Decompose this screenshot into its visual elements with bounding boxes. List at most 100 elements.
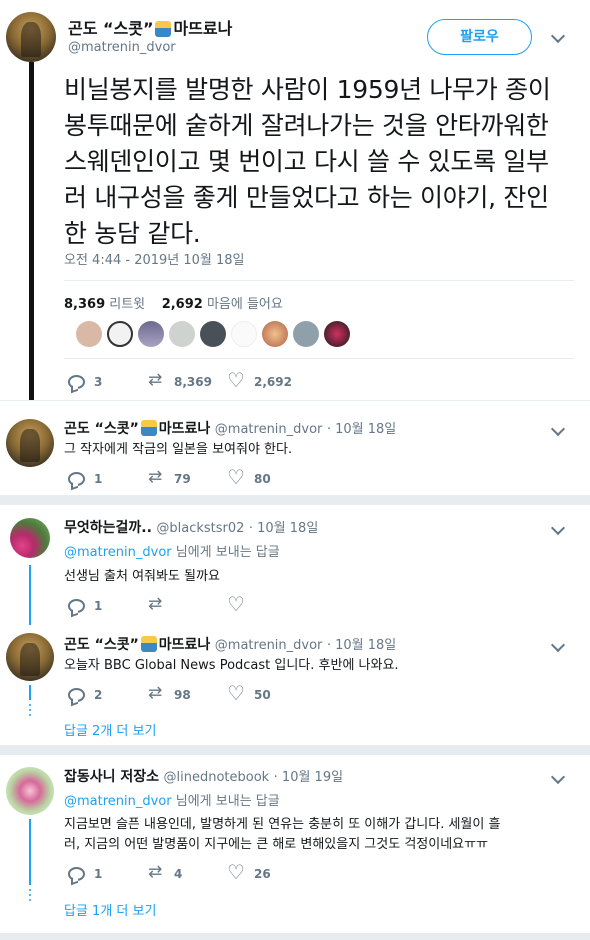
chevron-down-icon[interactable] [550, 520, 566, 536]
like-button[interactable] [227, 592, 308, 616]
author-avatar[interactable] [6, 419, 54, 467]
like-button[interactable]: 80 [227, 465, 308, 489]
thread-line [29, 62, 34, 412]
like-label[interactable]: 마음에 들어요 [207, 297, 283, 312]
tweet-actions: 1 79 80 [68, 465, 308, 489]
tweet-time[interactable]: · 10월 19일 [274, 770, 343, 785]
author-name[interactable]: 잡동사니 저장소 [64, 769, 159, 785]
tweet-actions: 3 8,369 2,692 [68, 368, 308, 392]
chevron-down-icon[interactable] [550, 769, 566, 785]
tweet-time[interactable]: · 10월 18일 [327, 422, 396, 437]
person-emoji-icon [155, 21, 172, 37]
author-handle[interactable]: @matrenin_dvor [215, 638, 323, 653]
retweet-button[interactable]: 98 [148, 683, 228, 703]
tweet-text: 오늘자 BBC Global News Podcast 입니다. 후반에 나와요… [64, 658, 399, 673]
tweet-actions: 2 98 50 [68, 681, 308, 705]
replying-to: @matrenin_dvor 님에게 보내는 답글 [64, 541, 280, 560]
author-name-suffix[interactable]: 마뜨료나 [159, 421, 211, 437]
liker-avatar[interactable] [324, 321, 350, 347]
retweet-icon [148, 467, 165, 487]
replying-to-link[interactable]: @matrenin_dvor [64, 794, 172, 809]
like-button[interactable]: 50 [227, 681, 308, 705]
retweet-count[interactable]: 8,369 [64, 297, 105, 312]
replying-to: @matrenin_dvor 님에게 보내는 답글 [64, 790, 280, 809]
tweet-text: 비닐봉지를 발명한 사람이 1959년 나무가 종이봉투때문에 숱하게 잘려나가… [64, 75, 551, 248]
tweet-time[interactable]: · 10월 18일 [327, 638, 396, 653]
liker-avatar[interactable] [107, 321, 133, 347]
author-avatar[interactable] [6, 767, 54, 815]
reply-icon [68, 471, 85, 486]
thread-line [29, 685, 31, 700]
author-row: 곤도 “스콧” 마뜨료나 @matrenin_dvor · 10월 18일 [64, 418, 396, 438]
tweet-text-line-1: 지금보면 슬픈 내용인데, 발명하게 된 연유는 충분히 또 이해가 갑니다. … [64, 817, 501, 832]
chevron-down-icon[interactable] [550, 637, 566, 653]
reply-button[interactable]: 1 [68, 471, 148, 486]
heart-icon [227, 368, 245, 392]
follow-button[interactable]: 팔로우 [427, 19, 532, 55]
author-name-suffix[interactable]: 마뜨료나 [159, 637, 211, 653]
retweet-icon [148, 862, 165, 882]
retweet-label[interactable]: 리트윗 [109, 297, 145, 312]
author-row: 무엇하는걸까.. @blackstsr02 · 10월 18일 [64, 517, 318, 537]
thread-line [29, 819, 31, 885]
author-handle[interactable]: @blackstsr02 [156, 521, 244, 536]
show-more-replies-link[interactable]: 답글 2개 더 보기 [64, 720, 156, 739]
author-name[interactable]: 곤도 “스콧” 마뜨료나 [68, 15, 232, 39]
retweet-button[interactable]: 8,369 [148, 370, 228, 390]
author-name[interactable]: 곤도 “스콧” [64, 421, 139, 437]
liker-avatar[interactable] [76, 321, 102, 347]
reply-icon [68, 866, 85, 881]
person-emoji-icon [140, 636, 157, 652]
reply-button[interactable]: 2 [68, 687, 148, 702]
reply-icon [68, 374, 85, 389]
chevron-down-icon[interactable] [550, 421, 566, 437]
liker-avatar[interactable] [262, 321, 288, 347]
author-name[interactable]: 곤도 “스콧” [64, 637, 139, 653]
divider [64, 358, 574, 359]
author-handle[interactable]: @linednotebook [164, 770, 270, 785]
reply-icon [68, 598, 85, 613]
show-more-replies-link[interactable]: 답글 1개 더 보기 [64, 900, 156, 919]
liker-avatar[interactable] [293, 321, 319, 347]
retweet-icon [148, 683, 165, 703]
tweet-text-line-2: 러, 지금의 어떤 발명품이 지구에는 큰 해로 변해있을지 그것도 걱정이네요… [64, 837, 489, 852]
like-button[interactable]: 26 [227, 860, 308, 884]
tweet-text: 그 작자에게 작금의 일본을 보여줘야 한다. [64, 442, 293, 457]
person-emoji-icon [140, 420, 157, 436]
retweet-icon [148, 594, 165, 614]
retweet-icon [148, 370, 165, 390]
author-avatar[interactable] [6, 12, 56, 62]
liker-avatars [76, 321, 350, 347]
retweet-button[interactable]: 79 [148, 467, 228, 487]
retweet-button[interactable] [148, 594, 228, 614]
reply-tweet[interactable]: 곤도 “스콧” 마뜨료나 @matrenin_dvor · 10월 18일 그 작… [0, 400, 590, 495]
author-handle[interactable]: @matrenin_dvor [215, 422, 323, 437]
liker-avatar[interactable] [231, 321, 257, 347]
like-button[interactable]: 2,692 [227, 368, 308, 392]
like-count[interactable]: 2,692 [162, 297, 203, 312]
thread-dots [29, 889, 33, 901]
heart-icon [227, 465, 245, 489]
author-name[interactable]: 무엇하는걸까.. [64, 520, 152, 536]
heart-icon [227, 860, 245, 884]
divider [64, 280, 574, 281]
tweet-actions: 1 [68, 592, 308, 616]
reply-button[interactable]: 1 [68, 866, 148, 881]
tweet-time[interactable]: · 10월 18일 [249, 521, 318, 536]
chevron-down-icon[interactable] [550, 28, 566, 44]
author-handle[interactable]: @matrenin_dvor [68, 40, 176, 55]
tweet-actions: 1 4 26 [68, 860, 308, 884]
author-avatar[interactable] [10, 518, 50, 558]
replying-to-link[interactable]: @matrenin_dvor [64, 545, 172, 560]
tweet-timestamp[interactable]: 오전 4:44 - 2019년 10월 18일 [64, 249, 245, 268]
liker-avatar[interactable] [200, 321, 226, 347]
reply-button[interactable]: 1 [68, 598, 148, 613]
author-avatar[interactable] [6, 633, 54, 681]
liker-avatar[interactable] [169, 321, 195, 347]
main-tweet: 곤도 “스콧” 마뜨료나 @matrenin_dvor 팔로우 비닐봉지를 발명한… [0, 0, 590, 412]
heart-icon [227, 681, 245, 705]
reply-button[interactable]: 3 [68, 374, 148, 389]
retweet-button[interactable]: 4 [148, 862, 228, 882]
liker-avatar[interactable] [138, 321, 164, 347]
tweet-text: 선생님 출처 여줘봐도 될까요 [64, 569, 220, 584]
